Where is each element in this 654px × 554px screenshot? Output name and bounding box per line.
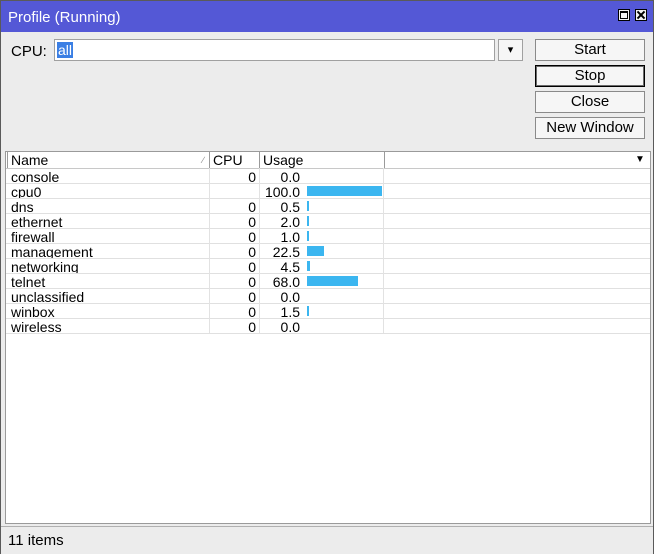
cpu-input[interactable]: all xyxy=(54,39,495,61)
profile-table: Name ∕ CPU Usage ▼ console 0 0.0 cpu0 100.0 d… xyxy=(5,151,651,524)
title-bar[interactable]: Profile (Running) xyxy=(1,1,653,32)
usage-bar xyxy=(307,261,310,271)
table-row[interactable]: ethernet 0 2.0 xyxy=(6,214,650,229)
row-name: management xyxy=(11,244,93,259)
row-name: dns xyxy=(11,199,34,214)
row-usage: 4.5 xyxy=(280,259,300,274)
sort-indicator-icon: ∕ xyxy=(202,155,204,165)
usage-bar xyxy=(307,231,309,241)
row-usage: 0.0 xyxy=(280,289,300,304)
table-row[interactable]: wireless 0 0.0 xyxy=(6,319,650,334)
column-divider xyxy=(383,168,384,333)
row-name: unclassified xyxy=(11,289,85,304)
row-cpu: 0 xyxy=(248,289,256,304)
row-cpu: 0 xyxy=(248,319,256,334)
new-window-button[interactable]: New Window xyxy=(535,117,645,139)
row-cpu: 0 xyxy=(248,259,256,274)
row-cpu: 0 xyxy=(248,274,256,289)
profile-window: Profile (Running) CPU: all ▾ Start Stop … xyxy=(0,0,654,554)
start-button[interactable]: Start xyxy=(535,39,645,61)
row-cpu: 0 xyxy=(248,229,256,244)
row-usage: 1.5 xyxy=(280,304,300,319)
row-name: networking xyxy=(11,259,79,274)
row-usage: 0.5 xyxy=(280,199,300,214)
row-name: ethernet xyxy=(11,214,63,229)
table-row[interactable]: winbox 0 1.5 xyxy=(6,304,650,319)
row-name: firewall xyxy=(11,229,55,244)
row-usage: 100.0 xyxy=(264,184,300,199)
row-usage: 0.0 xyxy=(280,319,300,334)
dropdown-arrow-icon: ▾ xyxy=(507,44,514,56)
row-name: wireless xyxy=(11,319,62,334)
table-row[interactable]: unclassified 0 0.0 xyxy=(6,289,650,304)
row-usage: 22.5 xyxy=(272,244,300,259)
column-divider xyxy=(259,168,260,333)
table-row[interactable]: networking 0 4.5 xyxy=(6,259,650,274)
row-usage: 0.0 xyxy=(280,169,300,184)
cpu-dropdown-button[interactable]: ▾ xyxy=(498,39,523,61)
cpu-input-value: all xyxy=(57,42,74,58)
window-title: Profile (Running) xyxy=(8,9,121,26)
row-cpu: 0 xyxy=(248,169,256,184)
table-row[interactable]: firewall 0 1.0 xyxy=(6,229,650,244)
maximize-icon[interactable] xyxy=(618,9,630,21)
row-name: cpu0 xyxy=(11,184,42,199)
stop-button[interactable]: Stop xyxy=(535,65,645,87)
close-icon[interactable] xyxy=(635,9,647,21)
usage-bar xyxy=(307,216,309,226)
close-button[interactable]: Close xyxy=(535,91,645,113)
table-row[interactable]: cpu0 100.0 xyxy=(6,184,650,199)
table-row[interactable]: telnet 0 68.0 xyxy=(6,274,650,289)
column-header-name[interactable]: Name ∕ xyxy=(7,152,210,168)
table-row[interactable]: management 0 22.5 xyxy=(6,244,650,259)
row-usage: 68.0 xyxy=(272,274,300,289)
cpu-label: CPU: xyxy=(11,43,47,60)
item-count: 11 items xyxy=(8,532,64,549)
column-divider xyxy=(209,168,210,333)
row-cpu: 0 xyxy=(248,199,256,214)
column-header-cpu[interactable]: CPU xyxy=(210,152,260,168)
row-name: console xyxy=(11,169,60,184)
column-header-usage[interactable]: Usage xyxy=(260,152,385,168)
table-row[interactable]: console 0 0.0 xyxy=(6,169,650,184)
row-cpu: 0 xyxy=(248,304,256,319)
row-usage: 2.0 xyxy=(280,214,300,229)
row-name: winbox xyxy=(11,304,55,319)
row-cpu: 0 xyxy=(248,214,256,229)
usage-bar xyxy=(307,306,309,316)
usage-bar xyxy=(307,246,324,256)
usage-bar xyxy=(307,276,358,286)
column-menu-icon[interactable]: ▼ xyxy=(635,154,645,165)
row-cpu: 0 xyxy=(248,244,256,259)
row-name: telnet xyxy=(11,274,46,289)
status-bar: 11 items xyxy=(1,526,653,554)
row-usage: 1.0 xyxy=(280,229,300,244)
usage-bar xyxy=(307,186,382,196)
table-row[interactable]: dns 0 0.5 xyxy=(6,199,650,214)
usage-bar xyxy=(307,201,309,211)
table-header: Name ∕ CPU Usage ▼ xyxy=(6,152,650,169)
